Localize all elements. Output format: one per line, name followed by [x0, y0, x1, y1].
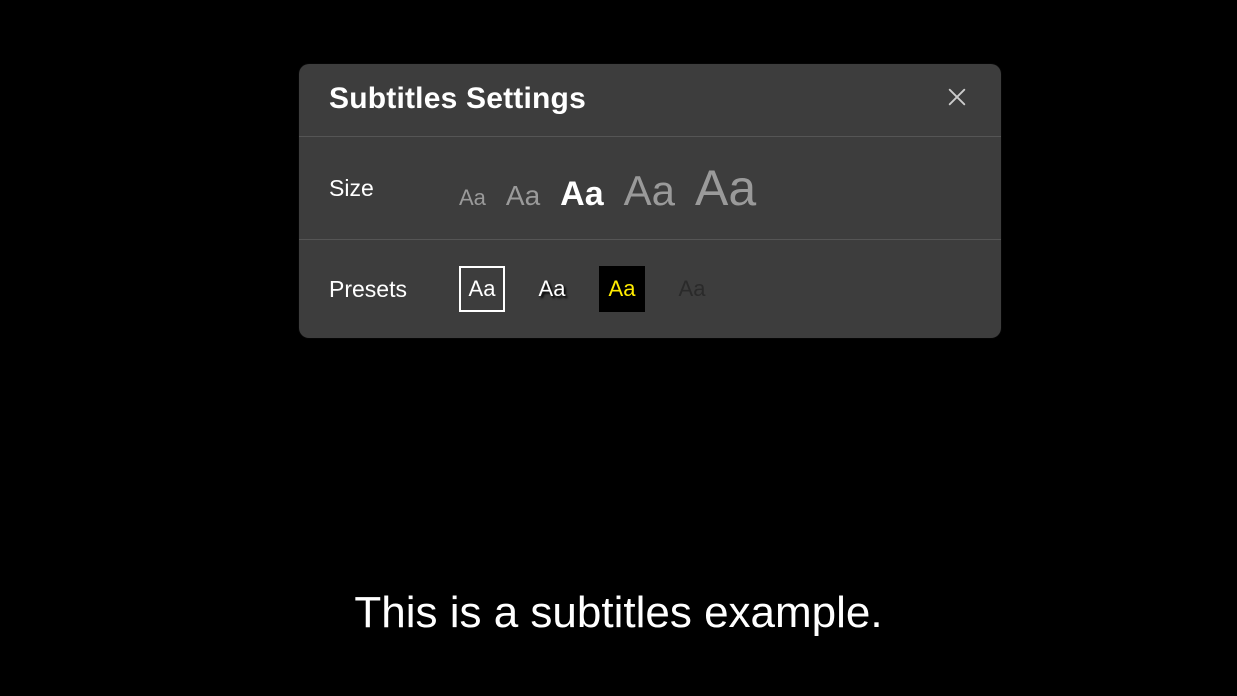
- size-option-s[interactable]: Aa: [506, 182, 540, 210]
- size-label: Size: [329, 175, 459, 202]
- presets-label: Presets: [329, 276, 459, 303]
- size-row: Size Aa Aa Aa Aa Aa: [299, 137, 1001, 239]
- size-option-m[interactable]: Aa: [560, 177, 603, 211]
- subtitles-settings-panel: Subtitles Settings Size Aa Aa Aa Aa Aa P…: [299, 64, 1001, 338]
- size-option-xl[interactable]: Aa: [695, 163, 756, 213]
- preset-white-bordered[interactable]: Aa: [459, 266, 505, 312]
- preset-dark[interactable]: Aa: [669, 266, 715, 312]
- size-option-xs[interactable]: Aa: [459, 187, 486, 209]
- close-button[interactable]: [943, 85, 971, 113]
- panel-header: Subtitles Settings: [299, 64, 1001, 137]
- presets-row: Presets Aa Aa Aa Aa: [299, 239, 1001, 338]
- size-option-l[interactable]: Aa: [624, 170, 675, 212]
- close-icon: [946, 86, 968, 113]
- size-options: Aa Aa Aa Aa Aa: [459, 163, 756, 213]
- preset-yellow-on-black[interactable]: Aa: [599, 266, 645, 312]
- preset-options: Aa Aa Aa Aa: [459, 266, 715, 312]
- panel-title: Subtitles Settings: [329, 82, 586, 116]
- subtitle-example-text: This is a subtitles example.: [0, 588, 1237, 638]
- preset-white-shadow[interactable]: Aa: [529, 266, 575, 312]
